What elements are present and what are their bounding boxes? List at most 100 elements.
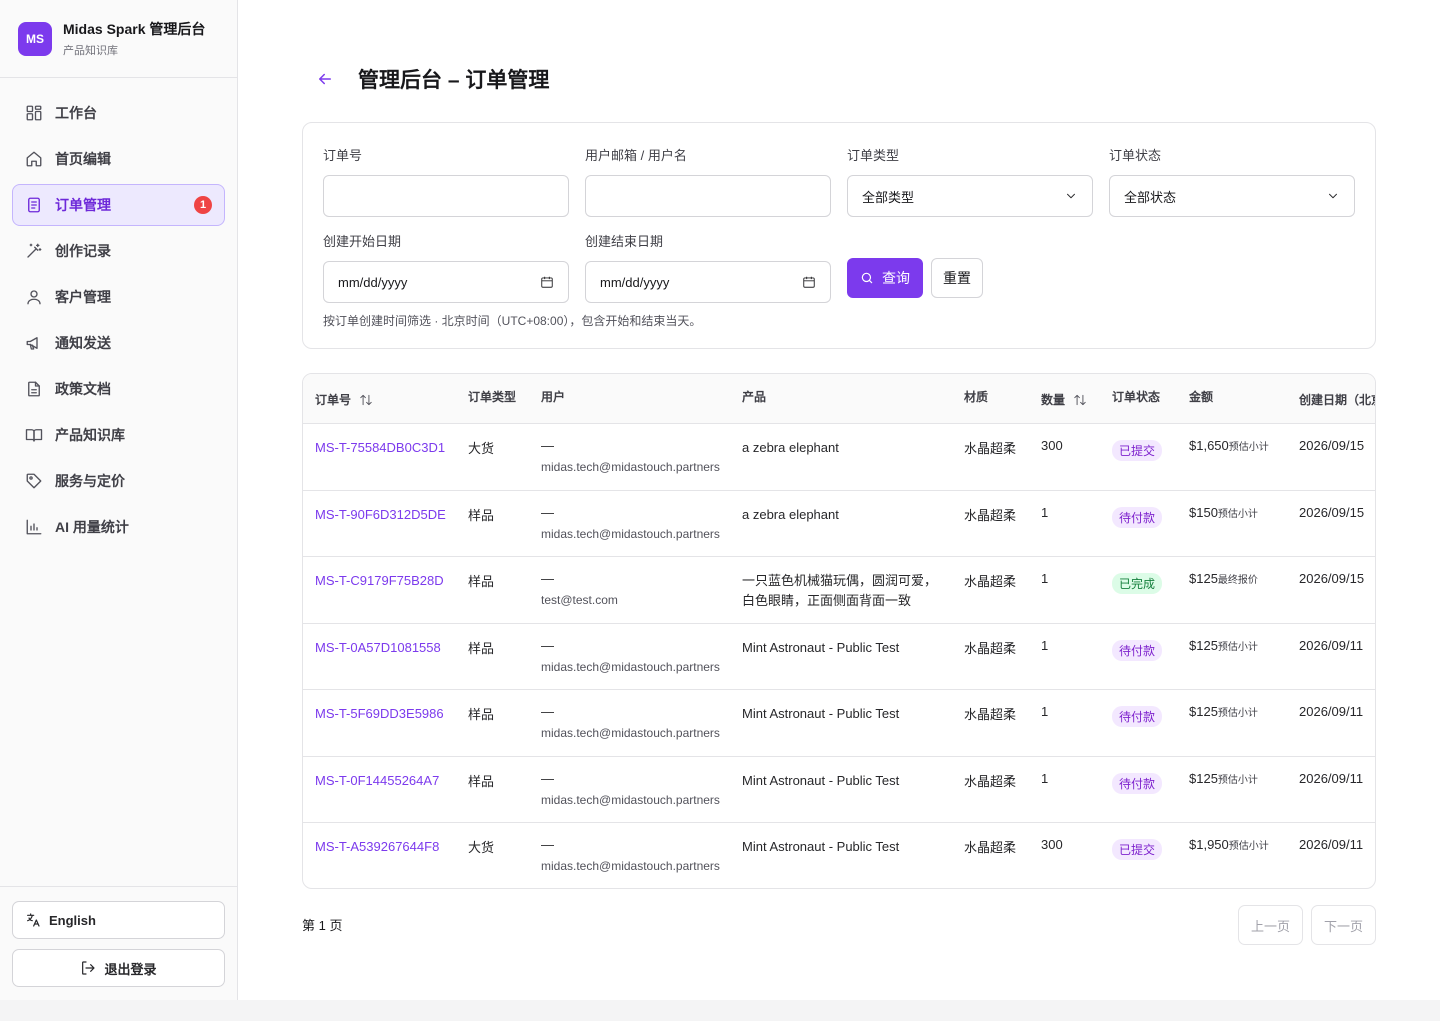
status-badge: 待付款: [1112, 772, 1163, 794]
order-type-value: 全部类型: [862, 189, 915, 205]
translate-icon: [27, 913, 40, 927]
calendar-icon: [803, 276, 815, 288]
filter-panel: 订单号 用户邮箱 / 用户名 订单类型 全部类型 订单状态 全部状态 创建开始日…: [302, 122, 1376, 349]
order-no-label: 订单号: [323, 148, 363, 163]
user-name: —: [541, 770, 554, 786]
sidebar-item-knowledge-base[interactable]: 产品知识库: [12, 414, 225, 456]
sidebar-item-home-edit[interactable]: 首页编辑: [12, 138, 225, 180]
sidebar-item-dashboard[interactable]: 工作台: [12, 92, 225, 134]
order-status-select[interactable]: 全部状态: [1109, 175, 1355, 217]
user-email: midas.tech@midastouch.partners: [541, 792, 720, 807]
table-row: MS-T-A539267644F8 大货 — midas.tech@midastouc…: [303, 823, 1375, 888]
product-cell: Mint Astronaut - Public Test: [742, 839, 900, 854]
tag-icon: [26, 473, 42, 489]
sidebar-footer: English 退出登录: [0, 886, 237, 997]
language-button[interactable]: English: [12, 901, 225, 939]
next-page-button[interactable]: 下一页: [1311, 905, 1376, 945]
table-body: MS-T-75584DB0C3D1 大货 — midas.tech@midastouc…: [303, 424, 1375, 888]
brand-header: MS Midas Spark 管理后台 产品知识库: [0, 0, 237, 78]
amount-cell: $1,650预估小计: [1189, 438, 1269, 453]
status-cell: 已完成: [1112, 571, 1163, 594]
order-type-cell: 样品: [468, 507, 495, 523]
user-cell: — midas.tech@midastouch.partners: [541, 837, 720, 873]
amount-value: $125: [1189, 770, 1218, 786]
sidebar-item-creations[interactable]: 创作记录: [12, 230, 225, 272]
sidebar-item-customers[interactable]: 客户管理: [12, 276, 225, 318]
order-no-input[interactable]: [323, 175, 569, 217]
product-cell: Mint Astronaut - Public Test: [742, 639, 900, 655]
order-no-field: 订单号: [323, 145, 569, 217]
sidebar-item-notifications[interactable]: 通知发送: [12, 322, 225, 364]
arrow-left-icon[interactable]: [316, 70, 334, 88]
amount-note: 最终报价: [1217, 575, 1258, 586]
user-cell: — midas.tech@midastouch.partners: [541, 771, 720, 807]
sidebar-item-policies[interactable]: 政策文档: [12, 368, 225, 410]
end-date-field: 创建结束日期 mm/dd/yyyy: [585, 231, 831, 303]
amount-note: 预估小计: [1217, 508, 1258, 520]
order-status-field: 订单状态 全部状态: [1109, 145, 1355, 217]
quantity-cell: 300: [1041, 438, 1063, 453]
megaphone-icon: [26, 337, 38, 350]
brand-logo: MS: [18, 21, 52, 56]
query-button[interactable]: 查询: [847, 258, 923, 298]
column-header-type: 订单类型: [468, 390, 517, 404]
sort-icon: [1074, 394, 1086, 405]
order-number-link[interactable]: MS-T-A539267644F8: [315, 839, 439, 854]
app-shell: MS Midas Spark 管理后台 产品知识库 工作台 首页编辑 订单管理 …: [0, 0, 1440, 1000]
amount-note: 预估小计: [1217, 774, 1258, 786]
order-type-select[interactable]: 全部类型: [847, 175, 1093, 217]
order-number-link[interactable]: MS-T-0F14455264A7: [315, 773, 439, 788]
column-header-order-no[interactable]: 订单号: [315, 391, 373, 408]
product-cell: Mint Astronaut - Public Test: [742, 706, 900, 721]
table-row: MS-T-0F14455264A7 样品 — midas.tech@midastouc…: [303, 757, 1375, 823]
reset-button[interactable]: 重置: [931, 258, 983, 298]
bar-chart-icon: [26, 519, 42, 535]
notification-badge: 1: [194, 196, 212, 214]
amount-value: $150: [1189, 504, 1218, 520]
user-cell: — midas.tech@midastouch.partners: [541, 438, 720, 474]
sidebar-item-label: 创作记录: [55, 243, 111, 259]
user-input[interactable]: [585, 175, 831, 217]
end-date-placeholder: mm/dd/yyyy: [600, 274, 670, 290]
status-badge: 待付款: [1112, 639, 1163, 661]
amount-cell: $1,950预估小计: [1189, 837, 1269, 852]
material-cell: 水晶超柔: [964, 840, 1017, 855]
amount-note: 预估小计: [1228, 442, 1269, 453]
filter-hint: 按订单创建时间筛选 · 北京时间（UTC+08:00），包含开始和结束当天。: [323, 314, 702, 328]
start-date-input[interactable]: mm/dd/yyyy: [323, 261, 569, 303]
sidebar-item-pricing[interactable]: 服务与定价: [12, 460, 225, 502]
order-number-link[interactable]: MS-T-75584DB0C3D1: [315, 440, 445, 455]
amount-note: 预估小计: [1228, 841, 1269, 852]
column-header-status: 订单状态: [1112, 390, 1161, 404]
start-date-label: 创建开始日期: [323, 234, 402, 249]
status-badge: 已完成: [1112, 573, 1163, 594]
brand-subtitle: 产品知识库: [63, 45, 118, 57]
sidebar-item-ai-usage[interactable]: AI 用量统计: [12, 506, 225, 548]
status-badge: 待付款: [1112, 706, 1163, 727]
sidebar-item-orders[interactable]: 订单管理 1: [12, 184, 225, 226]
order-number-link[interactable]: MS-T-5F69DD3E5986: [315, 706, 444, 721]
order-number-link[interactable]: MS-T-0A57D1081558: [315, 640, 441, 655]
status-badge: 待付款: [1112, 506, 1163, 528]
order-status-label: 订单状态: [1109, 148, 1162, 163]
status-cell: 待付款: [1112, 638, 1163, 661]
grid-icon: [26, 105, 42, 121]
page-header: 管理后台 – 订单管理: [316, 64, 549, 94]
order-number-link[interactable]: MS-T-90F6D312D5DE: [315, 507, 446, 522]
table-row: MS-T-75584DB0C3D1 大货 — midas.tech@midastouc…: [303, 424, 1375, 491]
table-row: MS-T-90F6D312D5DE 样品 — midas.tech@midastouc…: [303, 491, 1375, 557]
logout-button[interactable]: 退出登录: [12, 949, 225, 987]
column-header-quantity[interactable]: 数量: [1041, 391, 1087, 408]
amount-value: $1,950: [1189, 837, 1229, 852]
status-badge: 已提交: [1112, 440, 1163, 461]
end-date-input[interactable]: mm/dd/yyyy: [585, 261, 831, 303]
amount-note: 预估小计: [1217, 708, 1258, 719]
start-date-field: 创建开始日期 mm/dd/yyyy: [323, 231, 569, 303]
amount-value: $125: [1189, 571, 1218, 586]
brand-title: Midas Spark 管理后台: [63, 21, 206, 37]
prev-page-button[interactable]: 上一页: [1238, 905, 1303, 945]
order-status-value: 全部状态: [1124, 189, 1177, 205]
page-title: 管理后台 – 订单管理: [358, 69, 550, 92]
sidebar: MS Midas Spark 管理后台 产品知识库 工作台 首页编辑 订单管理 …: [0, 0, 238, 1000]
order-number-link[interactable]: MS-T-C9179F75B28D: [315, 573, 444, 588]
